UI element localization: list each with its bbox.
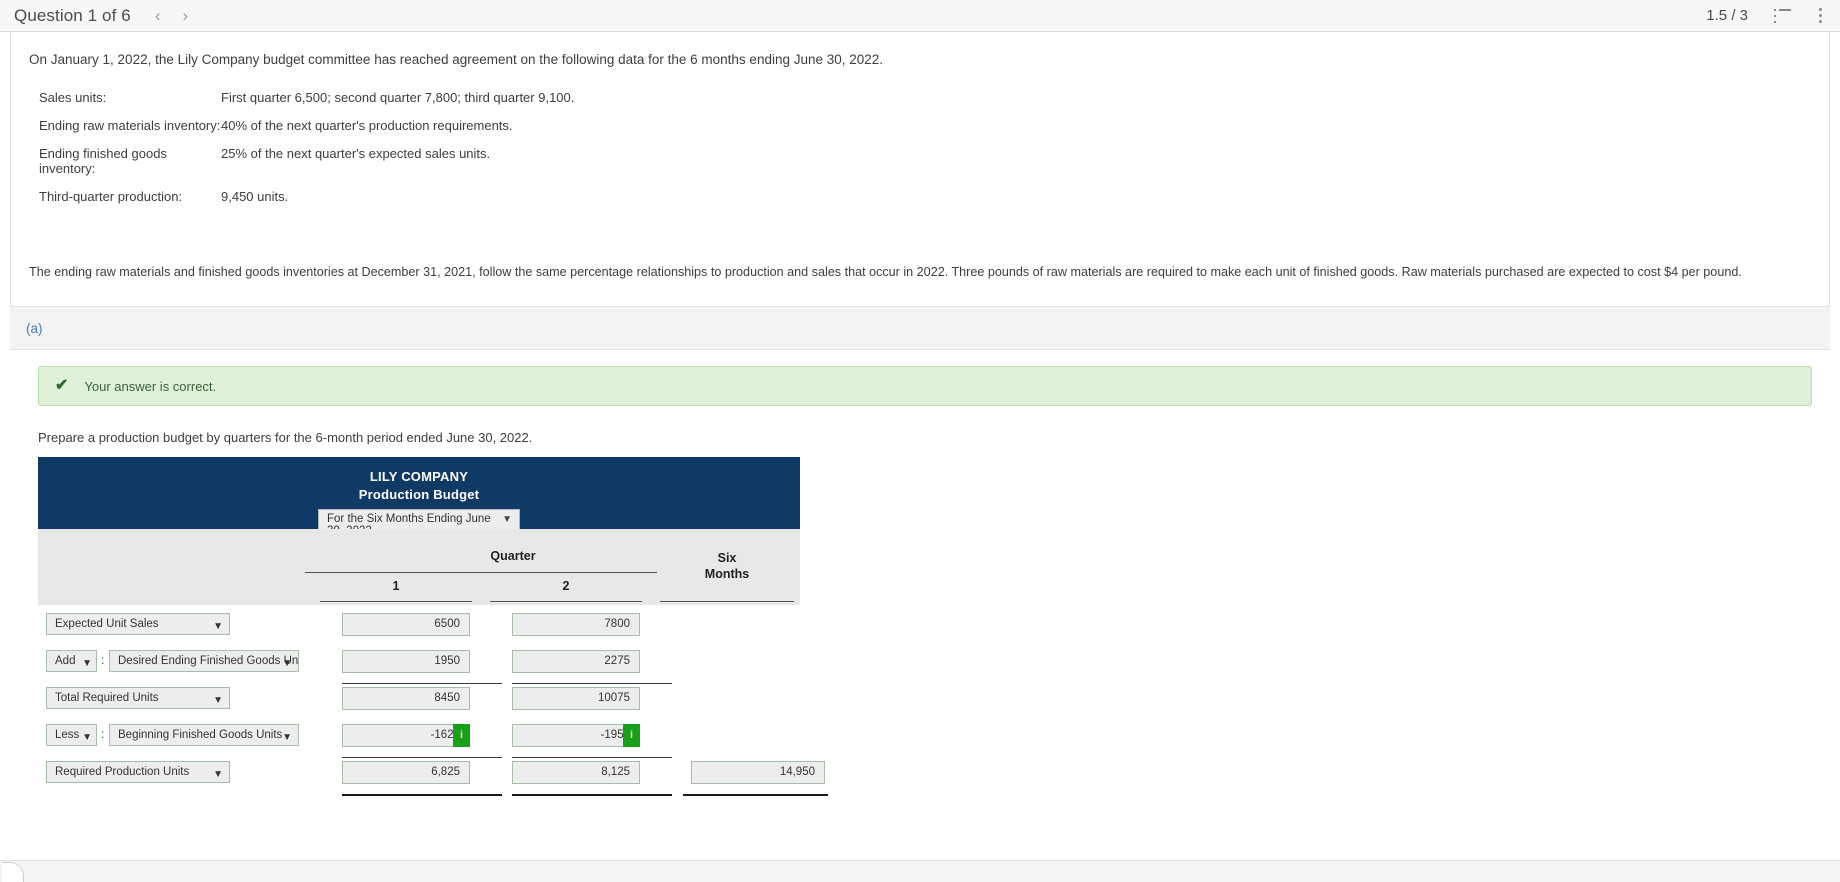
answer-region: ✔ Your answer is correct. Prepare a prod… [10,350,1830,799]
ordered-list-icon[interactable] [1774,8,1791,23]
row-label-value: Required Production Units [55,766,190,779]
column-header-q2: 2 [562,579,570,594]
final-rule-q2 [512,794,672,797]
question-body: On January 1, 2022, the Lily Company bud… [10,32,1830,307]
input-q2-row1[interactable]: 7800 [512,613,640,637]
question-container: On January 1, 2022, the Lily Company bud… [0,32,1840,799]
input-q1-row2[interactable]: 1950 [342,650,470,674]
check-icon: ✔ [55,377,69,395]
company-name: LILY COMPANY [369,469,469,485]
budget-column-headers: Quarter 1 2 Six Months [38,529,800,606]
fact-label: Third-quarter production: [39,189,183,205]
fact-label: Ending finished goods inventory: [39,146,167,177]
column-header-q1: 1 [392,579,400,594]
chevron-down-icon: ▼ [82,732,92,744]
question-intro-text: On January 1, 2022, the Lily Company bud… [29,52,884,67]
answer-correct-text: Your answer is correct. [84,378,217,394]
row-label-select-expected-unit-sales[interactable]: Expected Unit Sales ▼ [46,613,230,636]
row-label-value: Beginning Finished Goods Units [118,729,283,742]
page-title: Question 1 of 6 [14,5,131,25]
budget-title-header: LILY COMPANY Production Budget For the S… [38,457,800,542]
kebab-menu-icon[interactable] [1817,6,1824,25]
table-row: Expected Unit Sales ▼ 6500 7800 [38,613,800,650]
six-months-line1: Six [717,551,737,566]
input-q2-row3[interactable]: 10075 [512,687,640,711]
part-header-strip: (a) [10,306,1830,351]
fact-value: 9,450 units. [221,189,289,205]
question-facts-table: Sales units: First quarter 6,500; second… [39,84,574,211]
answer-correct-banner: ✔ Your answer is correct. [38,366,1812,407]
fact-label: Ending raw materials inventory: [39,118,221,134]
table-row: Required Production Units ▼ 6,825 8,125 … [38,761,828,798]
column-rule-q1 [320,601,472,603]
question-navigation: ‹ › [155,7,188,24]
total-rule-q1 [342,757,502,759]
score-display: 1.5 / 3 [1706,7,1748,24]
fact-value: First quarter 6,500; second quarter 7,80… [221,90,575,106]
row-label-select-beginning-finished-goods-units[interactable]: Beginning Finished Goods Units ▼ [109,724,299,747]
column-header-six-months: Six Months [660,551,794,582]
total-rule-q2 [512,757,672,759]
row-label-value: Expected Unit Sales [55,618,159,631]
top-toolbar: Question 1 of 6 ‹ › 1.5 / 3 [0,0,1840,32]
fact-value: 40% of the next quarter's production req… [221,118,513,134]
table-row: Total Required Units ▼ 8450 10075 [38,687,800,724]
operator-value: Less [55,729,80,742]
chevron-left-icon[interactable]: ‹ [155,7,161,24]
part-label[interactable]: (a) [26,321,43,336]
input-q1-row3[interactable]: 8450 [342,687,470,711]
chevron-down-icon: ▼ [282,732,292,744]
subtotal-rule-q2 [512,683,672,685]
input-q2-row4[interactable]: -1950 i [512,724,640,748]
input-q1-row4[interactable]: -1625 i [342,724,470,748]
input-q1-row5[interactable]: 6,825 [342,761,470,785]
quarter-group-rule [305,572,657,574]
chevron-down-icon: ▼ [282,658,292,670]
bottom-strip [0,860,1840,882]
column-rule-q2 [490,601,642,603]
operator-select-add[interactable]: Add ▼ [46,650,97,673]
quarter-group-label: Quarter [490,549,536,564]
budget-rows: Expected Unit Sales ▼ 6500 7800 Add ▼ : … [38,605,828,799]
input-q2-row2[interactable]: 2275 [512,650,640,674]
operator-select-less[interactable]: Less ▼ [46,724,97,747]
production-budget-table: LILY COMPANY Production Budget For the S… [38,457,828,799]
final-rule-q1 [342,794,502,797]
fact-value: 25% of the next quarter's expected sales… [221,146,491,162]
toolbar-right-group: 1.5 / 3 [1706,6,1824,25]
table-row: Add ▼ : Desired Ending Finished Goods Un… [38,650,800,687]
fact-label: Sales units: [39,90,107,106]
subtotal-rule-q1 [342,683,502,685]
table-row: Ending finished goods inventory: 25% of … [39,140,574,183]
input-six-months-row5[interactable]: 14,950 [691,761,825,785]
chevron-right-icon[interactable]: › [182,7,188,24]
info-icon-q1[interactable]: i [453,724,470,748]
instruction-text: Prepare a production budget by quarters … [38,430,533,446]
row-label-select-total-required-units[interactable]: Total Required Units ▼ [46,687,230,710]
chevron-down-icon: ▼ [213,769,223,781]
row-label-select-required-production-units[interactable]: Required Production Units ▼ [46,761,230,784]
chevron-down-icon: ▼ [82,658,92,670]
operator-value: Add [55,655,76,668]
budget-title: Production Budget [358,487,480,503]
operator-colon: : [101,653,105,668]
chevron-down-icon: ▼ [213,695,223,707]
row-label-value: Total Required Units [55,692,159,705]
table-row: Ending raw materials inventory: 40% of t… [39,112,574,140]
table-row: Third-quarter production: 9,450 units. [39,183,574,211]
row-label-value: Desired Ending Finished Goods Units [118,655,299,668]
table-row: Less ▼ : Beginning Finished Goods Units … [38,724,800,761]
input-q2-row5[interactable]: 8,125 [512,761,640,785]
row-label-select-desired-ending-finished-goods-units[interactable]: Desired Ending Finished Goods Units ▼ [109,650,299,673]
chevron-down-icon: ▼ [213,621,223,633]
input-q1-row1[interactable]: 6500 [342,613,470,637]
column-rule-six [660,601,794,603]
info-icon-q2[interactable]: i [623,724,640,748]
final-rule-six [683,794,828,797]
operator-colon: : [101,727,105,742]
chevron-down-icon: ▼ [502,514,512,526]
table-row: Sales units: First quarter 6,500; second… [39,84,574,112]
six-months-line2: Months [704,566,750,581]
question-paragraph: The ending raw materials and finished go… [29,265,1742,280]
